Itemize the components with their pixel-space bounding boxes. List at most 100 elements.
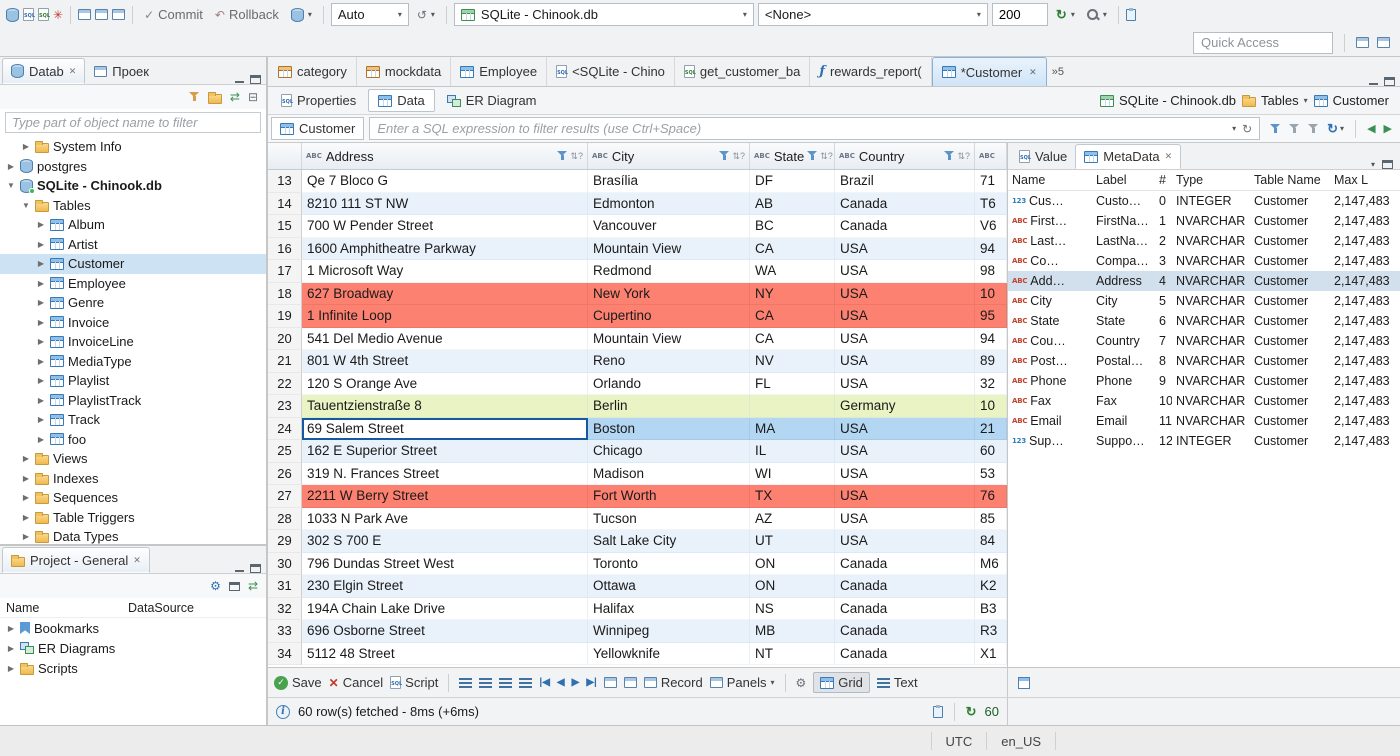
editor-tab-mockdata[interactable]: mockdata: [357, 57, 452, 86]
tree-item-table-triggers[interactable]: ▶ Table Triggers: [0, 508, 266, 528]
cell-state[interactable]: ON: [750, 575, 835, 598]
cell-country[interactable]: USA: [835, 462, 975, 485]
cell-country[interactable]: Canada: [835, 552, 975, 575]
tree-item-sequences[interactable]: ▶ Sequences: [0, 488, 266, 508]
fetch-size-input[interactable]: [991, 3, 1048, 26]
quick-access-input[interactable]: [1193, 31, 1333, 54]
column-header-city[interactable]: ABC City ⇅?: [588, 143, 750, 169]
cell-postal[interactable]: 85: [975, 507, 1007, 530]
cell-postal[interactable]: 94: [975, 327, 1007, 350]
next-row-icon[interactable]: ▶: [572, 677, 580, 688]
row-number-cell[interactable]: 20: [268, 327, 302, 350]
cell-city[interactable]: Mountain View: [588, 327, 750, 350]
row-number-cell[interactable]: 33: [268, 620, 302, 643]
last-row-icon[interactable]: ▶|: [586, 677, 597, 688]
tree-item-postgres[interactable]: ▶ postgres: [0, 157, 266, 177]
cell-address[interactable]: 796 Dundas Street West: [302, 552, 588, 575]
cell-state[interactable]: BC: [750, 215, 835, 238]
tree-item-track[interactable]: ▶ Track: [0, 410, 266, 430]
save-filter-icon[interactable]: [1308, 123, 1319, 134]
save-button[interactable]: ✓ Save: [274, 675, 322, 690]
cell-country[interactable]: Canada: [835, 575, 975, 598]
maximize-icon[interactable]: [250, 75, 261, 84]
cell-address[interactable]: Qe 7 Bloco G: [302, 170, 588, 193]
cell-state[interactable]: MA: [750, 417, 835, 440]
refetch-icon[interactable]: [519, 677, 533, 689]
cell-city[interactable]: Reno: [588, 350, 750, 373]
expand-arrow-icon[interactable]: ▶: [36, 415, 46, 424]
cell-state[interactable]: TX: [750, 485, 835, 508]
expand-arrow-icon[interactable]: ▶: [21, 454, 31, 463]
cell-state[interactable]: ON: [750, 552, 835, 575]
expand-arrow-icon[interactable]: ▶: [21, 142, 31, 151]
cell-address[interactable]: 162 E Superior Street: [302, 440, 588, 463]
row-number-cell[interactable]: 32: [268, 597, 302, 620]
editor-tab-customer[interactable]: *Customer ✕: [931, 57, 1047, 86]
filter-icon[interactable]: [807, 151, 818, 161]
configure-filter-icon[interactable]: [188, 92, 200, 102]
column-header-name[interactable]: Name: [6, 601, 128, 615]
cell-address[interactable]: 1 Microsoft Way: [302, 260, 588, 283]
cell-country[interactable]: USA: [835, 507, 975, 530]
cell-state[interactable]: AB: [750, 192, 835, 215]
tab-projects[interactable]: Проек: [85, 58, 158, 84]
cell-address[interactable]: 319 N. Frances Street: [302, 462, 588, 485]
script-button[interactable]: Script: [390, 675, 438, 690]
cell-postal[interactable]: X1: [975, 642, 1007, 665]
grid-view-button[interactable]: Grid: [813, 672, 870, 693]
tab-value[interactable]: Value: [1011, 144, 1075, 169]
apply-filter-icon[interactable]: [1270, 123, 1281, 134]
cancel-button[interactable]: ✕ Cancel: [329, 675, 384, 690]
rollback-button[interactable]: ↶ Rollback: [211, 5, 283, 24]
cell-city[interactable]: Edmonton: [588, 192, 750, 215]
cell-country[interactable]: Canada: [835, 192, 975, 215]
cell-city[interactable]: Redmond: [588, 260, 750, 283]
column-header-state[interactable]: ABC State ⇅?: [750, 143, 835, 169]
cell-city[interactable]: Mountain View: [588, 237, 750, 260]
tree-item-employee[interactable]: ▶ Employee: [0, 274, 266, 294]
cell-city[interactable]: New York: [588, 282, 750, 305]
cell-city[interactable]: Yellowknife: [588, 642, 750, 665]
expand-arrow-icon[interactable]: ▶: [6, 644, 16, 653]
cell-postal[interactable]: 98: [975, 260, 1007, 283]
breadcrumb-tables[interactable]: Tables ▾: [1242, 93, 1308, 108]
cell-address[interactable]: 541 Del Medio Avenue: [302, 327, 588, 350]
cell-state[interactable]: IL: [750, 440, 835, 463]
project-item-scripts[interactable]: ▶ Scripts: [0, 658, 266, 678]
cell-country[interactable]: USA: [835, 327, 975, 350]
row-number-cell[interactable]: 25: [268, 440, 302, 463]
editor-tab-employee[interactable]: Employee: [451, 57, 548, 86]
row-number-cell[interactable]: 28: [268, 507, 302, 530]
text-view-button[interactable]: Text: [876, 675, 918, 690]
tab-database-navigator[interactable]: Datab ✕: [2, 58, 86, 84]
cell-country[interactable]: USA: [835, 237, 975, 260]
view-menu-icon[interactable]: ▾: [1371, 160, 1375, 169]
row-number-cell[interactable]: 27: [268, 485, 302, 508]
metadata-row[interactable]: 123 Sup… Suppo… 12 INTEGER Customer 2,147,483: [1008, 431, 1400, 451]
expand-arrow-icon[interactable]: ▶: [6, 162, 16, 171]
row-number-header[interactable]: [268, 143, 302, 169]
cell-postal[interactable]: 94: [975, 237, 1007, 260]
tree-item-customer[interactable]: ▶ Customer: [0, 254, 266, 274]
expand-arrow-icon[interactable]: ▶: [36, 435, 46, 444]
cell-country[interactable]: USA: [835, 350, 975, 373]
column-header-address[interactable]: ABC Address ⇅?: [302, 143, 588, 169]
cell-address[interactable]: 1033 N Park Ave: [302, 507, 588, 530]
new-folder-icon[interactable]: [207, 91, 222, 104]
tree-item-artist[interactable]: ▶ Artist: [0, 235, 266, 255]
fetch-all-rows-icon[interactable]: [479, 677, 493, 689]
column-header-type[interactable]: Type: [1172, 173, 1250, 187]
cell-city[interactable]: Chicago: [588, 440, 750, 463]
filter-icon[interactable]: [719, 151, 730, 161]
row-number-cell[interactable]: 30: [268, 552, 302, 575]
open-sql-script-icon[interactable]: [38, 8, 49, 21]
cell-country[interactable]: USA: [835, 305, 975, 328]
minimize-icon[interactable]: [234, 564, 245, 573]
expand-arrow-icon[interactable]: ▶: [36, 357, 46, 366]
breadcrumb-datasource[interactable]: SQLite - Chinook.db: [1099, 93, 1236, 108]
column-header-tablename[interactable]: Table Name: [1250, 173, 1330, 187]
transaction-log-button[interactable]: ↺ ▾: [413, 7, 439, 23]
tab-er-diagram[interactable]: ER Diagram: [437, 89, 547, 112]
forward-icon[interactable]: ▶: [1384, 122, 1392, 135]
expand-arrow-icon[interactable]: ▶: [36, 279, 46, 288]
